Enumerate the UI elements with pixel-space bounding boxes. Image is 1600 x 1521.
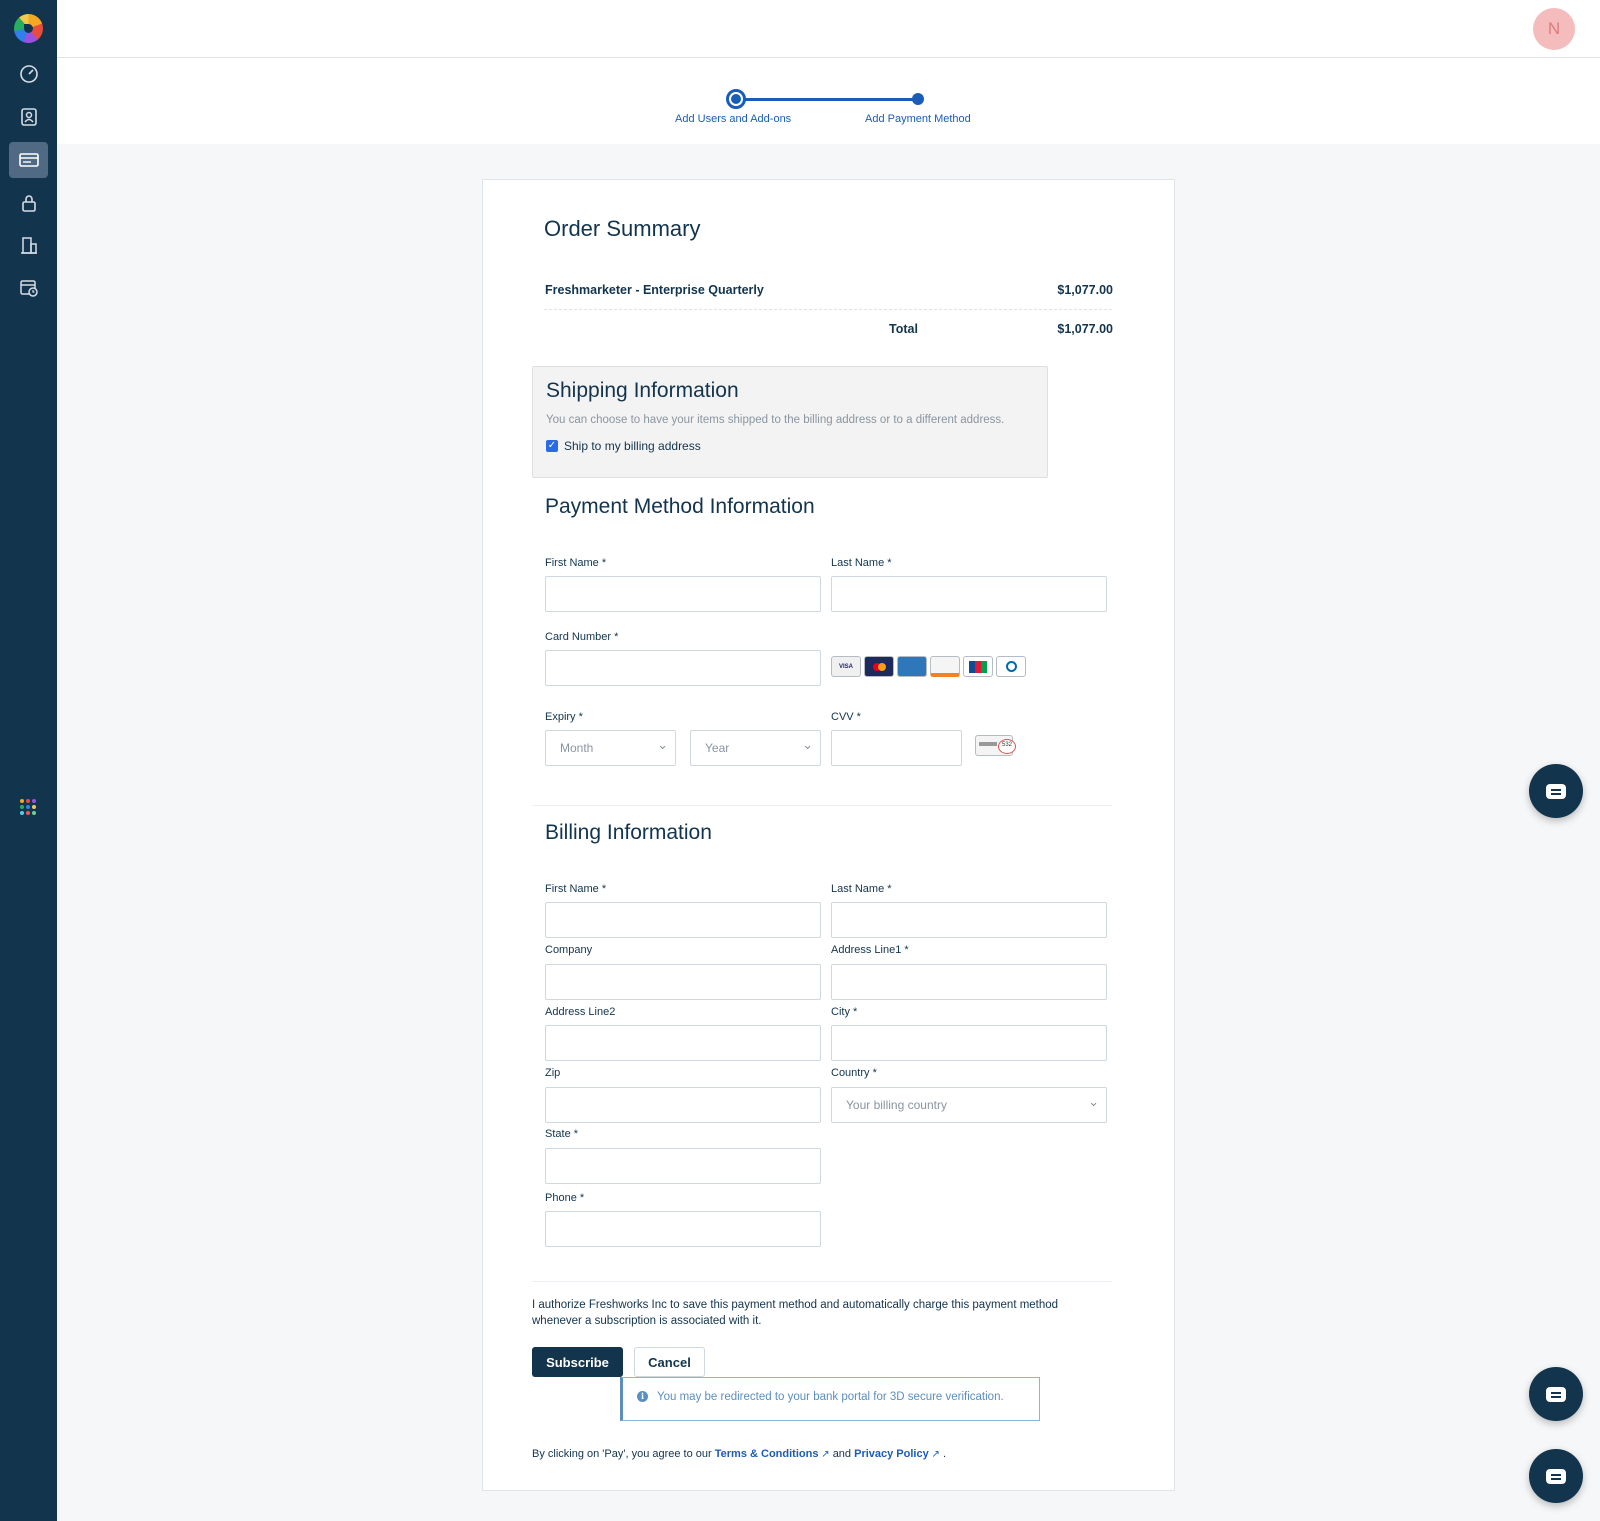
card-number-label: Card Number *: [545, 631, 619, 643]
address-line1-label: Address Line1 *: [831, 944, 909, 956]
payment-first-name-input[interactable]: [545, 576, 821, 612]
stepper-progress-line: [736, 98, 918, 101]
mastercard-icon: [864, 656, 894, 677]
billing-icon: [18, 153, 39, 167]
contacts-icon: [20, 108, 37, 126]
shipping-title: Shipping Information: [546, 379, 739, 402]
city-input[interactable]: [831, 1025, 1107, 1061]
expiry-label: Expiry *: [545, 711, 583, 723]
ship-to-billing-checkbox[interactable]: ✓: [546, 440, 558, 452]
3ds-notice-text: You may be redirected to your bank porta…: [657, 1391, 1004, 1403]
billing-first-name-label: First Name *: [545, 883, 607, 895]
chat-icon: [1546, 1468, 1566, 1484]
sidebar-item-accounts[interactable]: [9, 227, 48, 263]
3ds-notice: i You may be redirected to your bank por…: [620, 1377, 1040, 1421]
lock-icon: [21, 195, 36, 212]
checkout-stepper: Add Users and Add-ons Add Payment Method: [57, 58, 1600, 144]
subscribe-button[interactable]: Subscribe: [532, 1347, 623, 1377]
expiry-month-select[interactable]: Month: [545, 728, 676, 766]
external-link-icon: ↗: [818, 1449, 830, 1460]
privacy-link[interactable]: Privacy Policy: [854, 1448, 929, 1460]
chat-widget-button-3[interactable]: [1529, 1449, 1583, 1503]
billing-last-name-label: Last Name *: [831, 883, 892, 895]
cvv-input[interactable]: [831, 730, 962, 766]
external-link-icon: ↗: [928, 1449, 940, 1460]
company-input[interactable]: [545, 964, 821, 1000]
top-bar: N: [57, 0, 1600, 58]
payment-last-name-label: Last Name *: [831, 557, 892, 569]
sidebar-item-billing[interactable]: [9, 142, 48, 178]
billing-last-name-input[interactable]: [831, 902, 1107, 938]
order-total-label: Total: [889, 322, 918, 336]
country-select[interactable]: Your billing country: [831, 1085, 1107, 1123]
terms-link[interactable]: Terms & Conditions: [715, 1448, 819, 1460]
cancel-button[interactable]: Cancel: [634, 1347, 705, 1377]
payment-method-title: Payment Method Information: [545, 495, 815, 518]
step-1-indicator: [726, 89, 746, 109]
step-2-label: Add Payment Method: [865, 113, 971, 125]
billing-first-name-input[interactable]: [545, 902, 821, 938]
footer-and: and: [832, 1448, 852, 1460]
checkout-card: Order Summary Freshmarketer - Enterprise…: [482, 179, 1175, 1491]
apps-grid-icon[interactable]: [20, 799, 36, 815]
city-label: City *: [831, 1006, 858, 1018]
info-icon: i: [637, 1391, 648, 1402]
state-input[interactable]: [545, 1148, 821, 1184]
shipping-info-box: Shipping Information You can choose to h…: [532, 366, 1048, 478]
cvv-hint-icon: [975, 735, 1016, 756]
sidebar-item-contacts[interactable]: [9, 99, 48, 135]
expiry-year-select[interactable]: Year: [690, 728, 821, 766]
order-item-name: Freshmarketer - Enterprise Quarterly: [545, 283, 764, 297]
country-label: Country *: [831, 1067, 877, 1079]
address-line1-input[interactable]: [831, 964, 1107, 1000]
payment-first-name-label: First Name *: [545, 557, 607, 569]
chat-icon: [1546, 1386, 1566, 1402]
shipping-description: You can choose to have your items shippe…: [546, 414, 1005, 426]
phone-label: Phone *: [545, 1192, 585, 1204]
jcb-card-icon: [963, 656, 993, 677]
section-divider: [532, 1281, 1112, 1282]
user-avatar[interactable]: N: [1533, 8, 1575, 50]
order-total-value: $1,077.00: [1057, 322, 1113, 336]
card-number-input[interactable]: [545, 650, 821, 686]
step-2-indicator: [912, 93, 924, 105]
phone-input[interactable]: [545, 1211, 821, 1247]
sidebar: [0, 0, 57, 1521]
section-divider: [532, 805, 1112, 806]
amex-card-icon: [897, 656, 927, 677]
order-summary-title: Order Summary: [544, 216, 701, 241]
ship-to-billing-label[interactable]: Ship to my billing address: [564, 439, 701, 453]
zip-label: Zip: [545, 1067, 561, 1079]
sidebar-item-schedule[interactable]: [9, 270, 48, 306]
zip-input[interactable]: [545, 1087, 821, 1123]
chat-widget-button-2[interactable]: [1529, 1367, 1583, 1421]
order-item-price: $1,077.00: [1057, 283, 1113, 297]
footer-prefix: By clicking on 'Pay', you agree to our: [532, 1448, 712, 1460]
visa-card-icon: VISA: [831, 656, 861, 677]
footer-suffix: .: [942, 1448, 947, 1460]
payment-last-name-input[interactable]: [831, 576, 1107, 612]
address-line2-input[interactable]: [545, 1025, 821, 1061]
sidebar-item-security[interactable]: [9, 185, 48, 221]
authorization-text: I authorize Freshworks Inc to save this …: [532, 1299, 1059, 1327]
billing-info-title: Billing Information: [545, 821, 712, 844]
freshworks-logo-icon[interactable]: [14, 14, 43, 43]
accepted-cards: VISA: [831, 656, 1026, 677]
calendar-clock-icon: [19, 280, 38, 297]
address-line2-label: Address Line2: [545, 1006, 616, 1018]
company-label: Company: [545, 944, 593, 956]
dashboard-icon: [19, 65, 38, 83]
cvv-label: CVV *: [831, 711, 861, 723]
chat-icon: [1546, 783, 1566, 799]
order-divider: [544, 309, 1112, 310]
state-label: State *: [545, 1128, 579, 1140]
sidebar-item-dashboard[interactable]: [9, 56, 48, 92]
diners-card-icon: [996, 656, 1026, 677]
building-icon: [20, 237, 37, 254]
terms-footer: By clicking on 'Pay', you agree to our T…: [532, 1448, 946, 1460]
step-1-label[interactable]: Add Users and Add-ons: [675, 113, 791, 125]
chat-widget-button[interactable]: [1529, 764, 1583, 818]
discover-card-icon: [930, 656, 960, 677]
